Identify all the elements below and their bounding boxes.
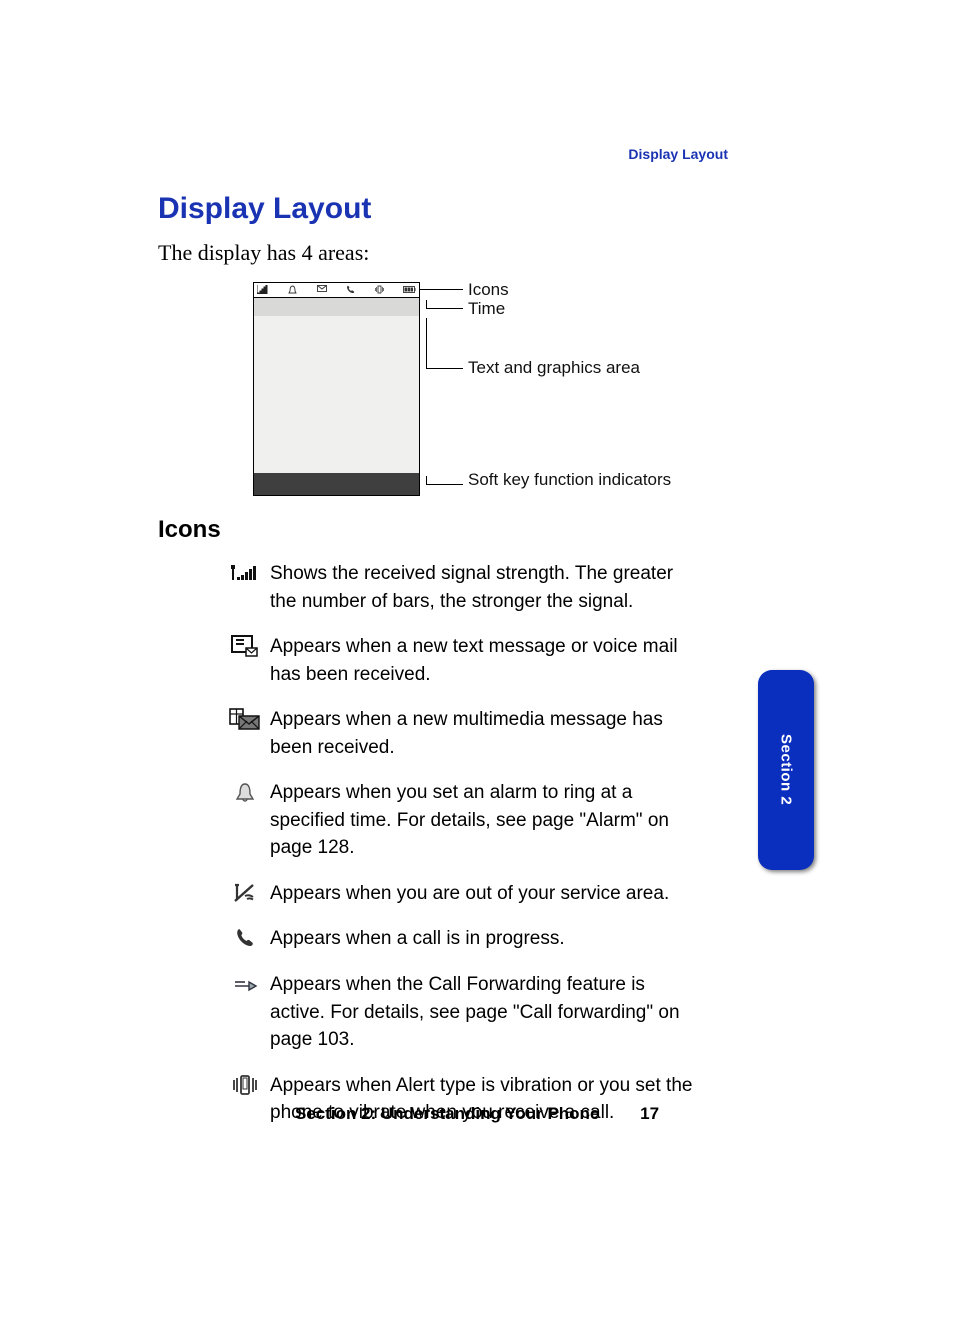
display-diagram [253,282,420,496]
icon-description: Appears when a call is in progress. [270,925,565,953]
icon-description: Shows the received signal strength. The … [270,560,700,615]
callout-line [426,318,427,368]
vibration-icon [375,285,384,296]
icon-description: Appears when you are out of your service… [270,880,669,908]
section-side-tab: Section 2 [758,670,814,870]
callout-time-label: Time [468,299,505,319]
running-head: Display Layout [628,146,728,162]
message-icon [220,633,270,659]
callout-textarea-label: Text and graphics area [468,358,640,378]
callout-line [426,368,463,369]
page: Display Layout Display Layout The displa… [0,0,954,1319]
no-service-icon [220,880,270,906]
diagram-time-bar [254,298,419,316]
page-number: 17 [640,1104,659,1124]
callout-line [419,289,463,290]
list-item: Appears when a new text message or voice… [220,633,700,688]
icon-list: Shows the received signal strength. The … [220,560,700,1145]
message-icon [317,285,327,295]
callout-line [426,300,427,308]
icon-description: Appears when a new text message or voice… [270,633,700,688]
signal-strength-icon [220,560,270,586]
call-forwarding-icon [220,971,270,997]
icon-description: Appears when you set an alarm to ring at… [270,779,700,862]
footer-section: Section 2: Understanding Your Phone [295,1104,599,1123]
list-item: Shows the received signal strength. The … [220,560,700,615]
call-in-progress-icon [346,285,355,296]
vibration-icon [220,1072,270,1098]
icon-description: Appears when a new multimedia message ha… [270,706,700,761]
alarm-icon [288,285,297,296]
list-item: Appears when the Call Forwarding feature… [220,971,700,1054]
list-item: Appears when you set an alarm to ring at… [220,779,700,862]
callout-line [426,476,427,484]
mms-icon [220,706,270,732]
list-item: Appears when a call is in progress. [220,925,700,953]
battery-icon [403,285,416,295]
page-footer: Section 2: Understanding Your Phone 17 [0,1104,954,1124]
list-item: Appears when you are out of your service… [220,880,700,908]
icons-heading: Icons [158,516,221,544]
icon-description: Appears when the Call Forwarding feature… [270,971,700,1054]
signal-strength-icon [257,285,269,296]
list-item: Appears when a new multimedia message ha… [220,706,700,761]
callout-line [426,484,463,485]
alarm-icon [220,779,270,805]
diagram-softkey-bar [254,473,419,495]
page-title: Display Layout [158,192,371,226]
section-side-tab-label: Section 2 [778,734,795,805]
callout-softkeys-label: Soft key function indicators [468,470,671,490]
diagram-icons-bar [254,283,419,298]
call-in-progress-icon [220,925,270,951]
callout-line [426,308,463,309]
callout-icons-label: Icons [468,280,509,300]
intro-text: The display has 4 areas: [158,240,369,266]
